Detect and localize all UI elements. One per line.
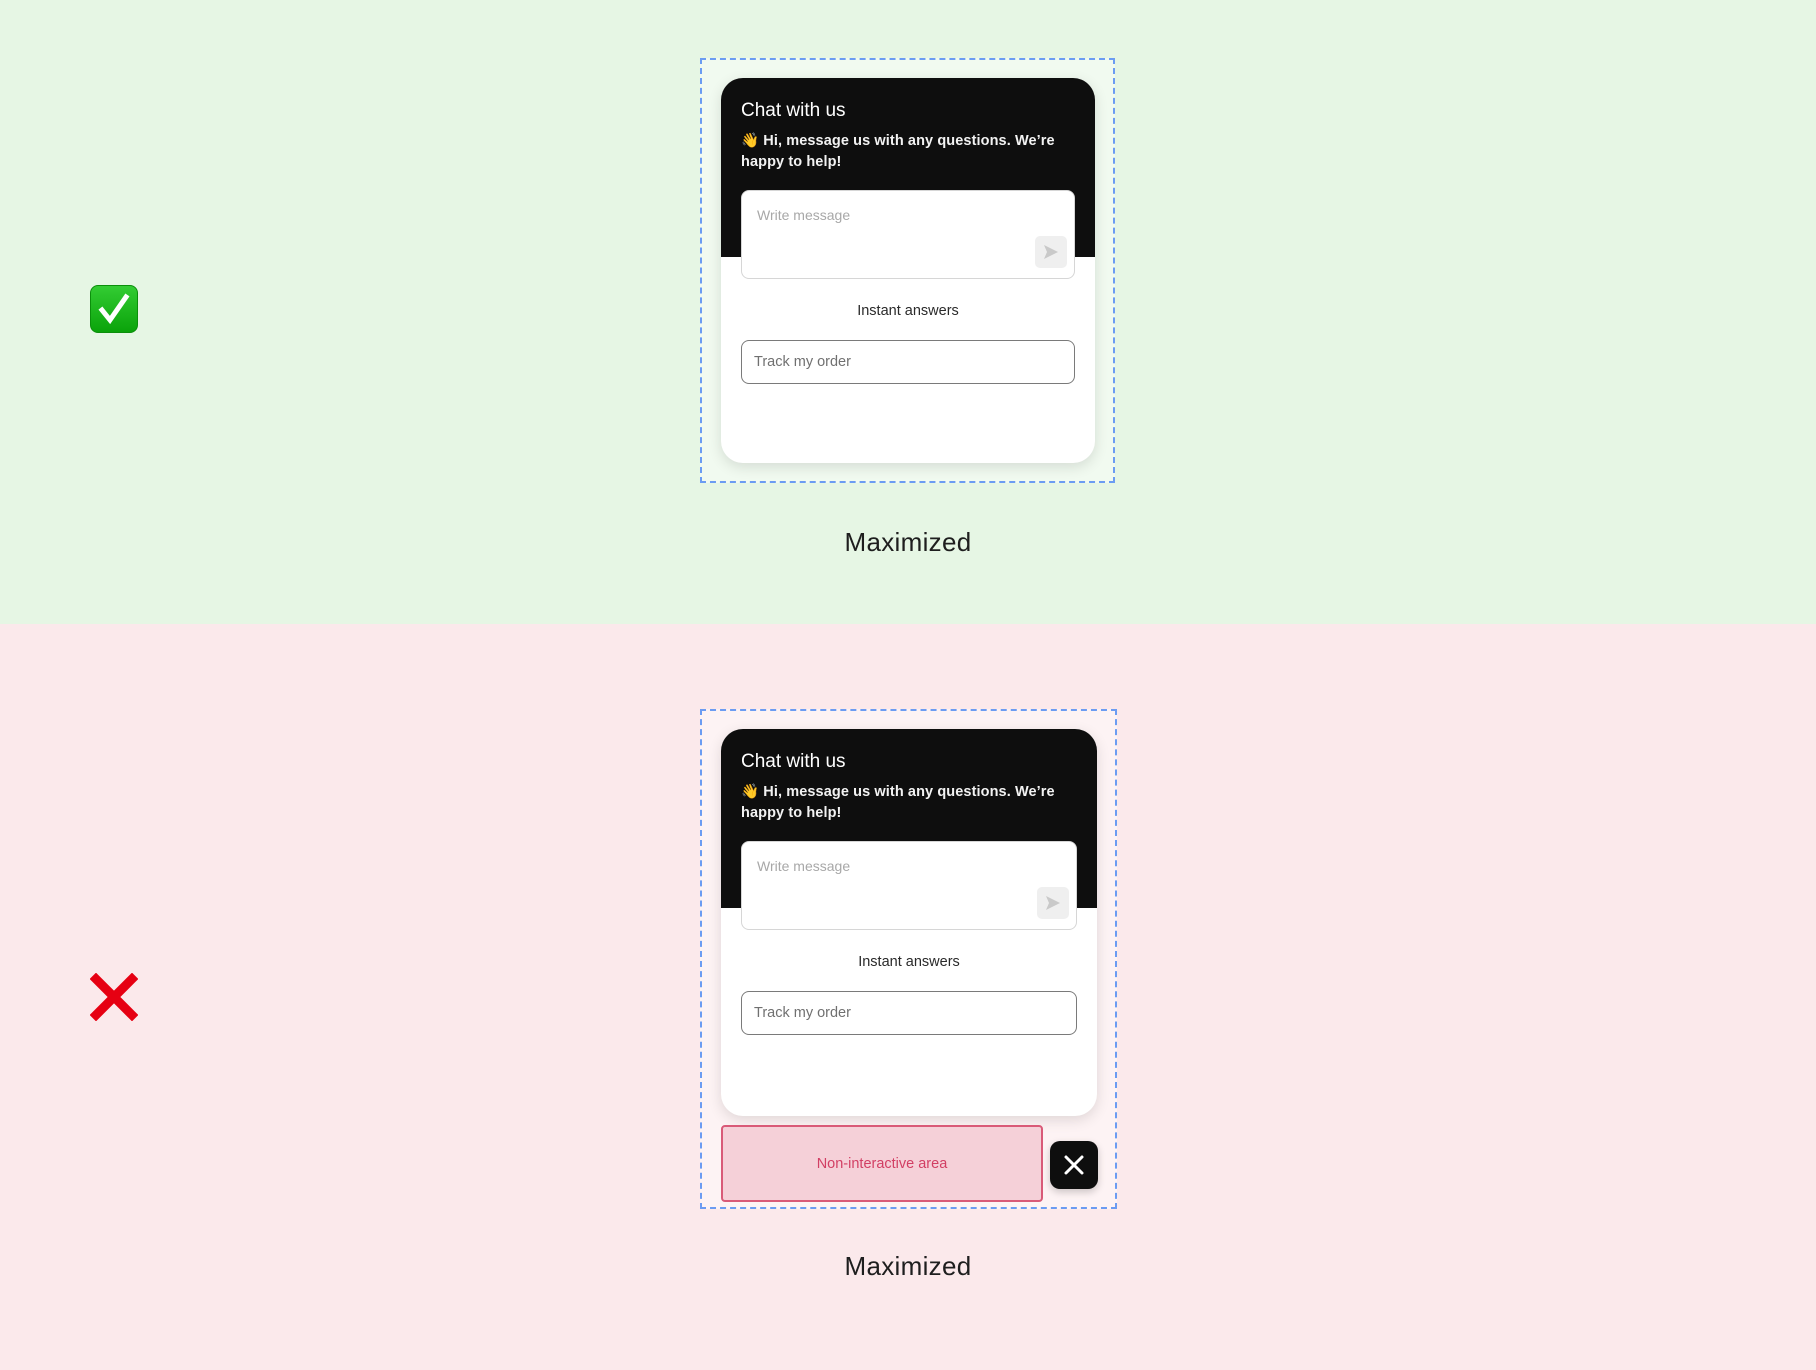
chat-widget-subtitle: 👋 Hi, message us with any questions. We’… bbox=[741, 784, 1055, 821]
cross-mark-icon bbox=[89, 972, 139, 1022]
message-input[interactable]: Write message bbox=[741, 841, 1077, 930]
track-my-order-label: Track my order bbox=[754, 1005, 851, 1021]
chat-widget: Chat with us 👋 Hi, message us with any q… bbox=[721, 729, 1097, 1116]
send-icon bbox=[1046, 896, 1060, 910]
widget-bounds-frame: Chat with us 👋 Hi, message us with any q… bbox=[700, 58, 1115, 483]
non-interactive-area: Non-interactive area bbox=[721, 1125, 1043, 1202]
chat-widget: Chat with us 👋 Hi, message us with any q… bbox=[721, 78, 1095, 463]
message-placeholder: Write message bbox=[757, 858, 851, 874]
check-mark-button-icon bbox=[90, 285, 138, 333]
send-icon bbox=[1044, 245, 1058, 259]
instant-answers-label: Instant answers bbox=[857, 303, 959, 319]
example-caption: Maximized bbox=[844, 527, 972, 557]
send-button[interactable] bbox=[1035, 236, 1067, 268]
chat-widget-subtitle: 👋 Hi, message us with any questions. We’… bbox=[741, 133, 1055, 170]
track-my-order-button[interactable]: Track my order bbox=[741, 991, 1077, 1035]
message-input[interactable]: Write message bbox=[741, 190, 1075, 279]
close-widget-button[interactable] bbox=[1050, 1141, 1098, 1189]
chat-widget-title: Chat with us bbox=[741, 751, 846, 772]
bad-example-section: Chat with us 👋 Hi, message us with any q… bbox=[0, 624, 1816, 1370]
good-example-section: Chat with us 👋 Hi, message us with any q… bbox=[0, 0, 1816, 624]
example-caption: Maximized bbox=[844, 1251, 972, 1281]
close-icon bbox=[1064, 1155, 1084, 1175]
track-my-order-button[interactable]: Track my order bbox=[741, 340, 1075, 384]
widget-bounds-frame: Chat with us 👋 Hi, message us with any q… bbox=[700, 709, 1117, 1209]
track-my-order-label: Track my order bbox=[754, 354, 851, 370]
chat-widget-title: Chat with us bbox=[741, 100, 846, 121]
send-button[interactable] bbox=[1037, 887, 1069, 919]
instant-answers-label: Instant answers bbox=[858, 954, 960, 970]
message-placeholder: Write message bbox=[757, 207, 851, 223]
